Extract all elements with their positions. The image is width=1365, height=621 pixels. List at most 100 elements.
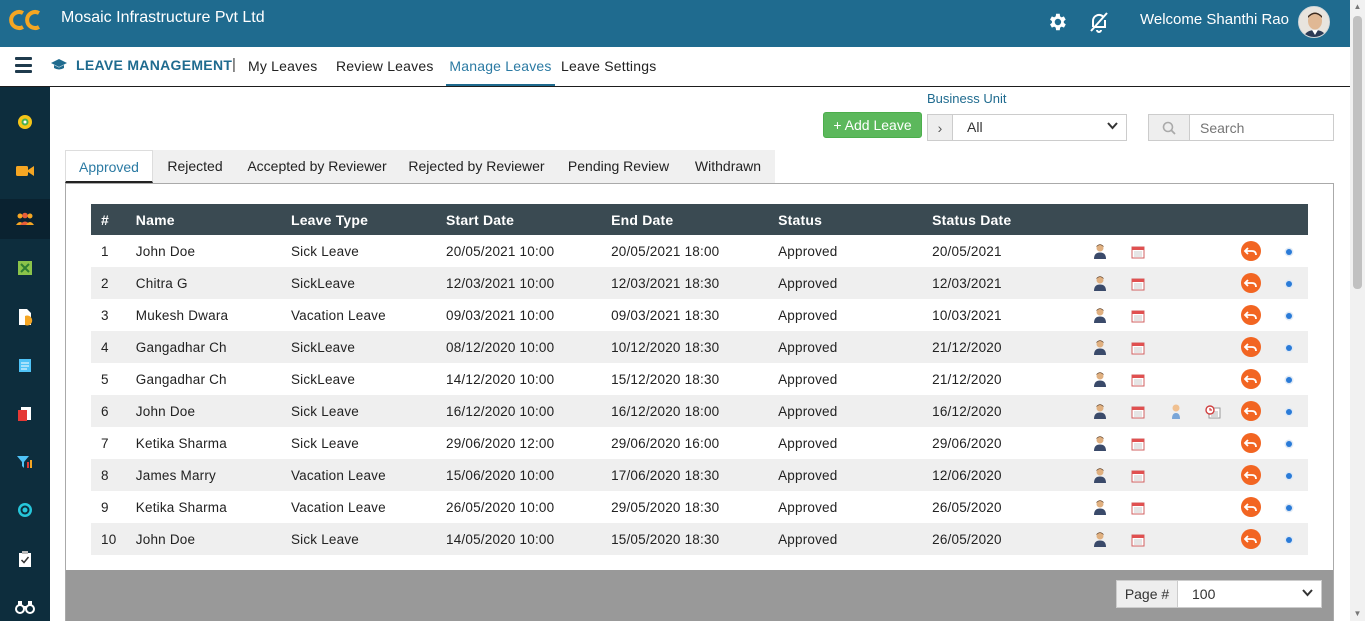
status-date-cell: 21/12/2020 (932, 363, 1082, 395)
calendar-icon[interactable] (1119, 491, 1157, 523)
sidebar-item-document[interactable] (0, 297, 50, 337)
table-row[interactable]: 7 Ketika Sharma Sick Leave 29/06/2020 12:00… (91, 427, 1308, 459)
info-dot-icon[interactable] (1270, 299, 1308, 331)
user-icon[interactable] (1081, 523, 1120, 555)
module-separator: | (232, 56, 236, 73)
scroll-thumb[interactable] (1353, 16, 1362, 289)
info-dot-icon[interactable] (1270, 523, 1308, 555)
employee-name-cell: Chitra G (135, 267, 291, 299)
info-dot-icon[interactable] (1270, 331, 1308, 363)
calendar-icon[interactable] (1119, 395, 1157, 427)
nav-review-leaves[interactable]: Review Leaves (336, 47, 434, 86)
tab-withdrawn[interactable]: Withdrawn (681, 150, 775, 183)
user-icon[interactable] (1081, 299, 1120, 331)
info-dot-icon[interactable] (1270, 395, 1308, 427)
chevron-right-icon[interactable]: › (927, 114, 953, 141)
undo-icon[interactable] (1232, 395, 1271, 427)
sidebar-item-spreadsheet[interactable] (0, 248, 50, 288)
column-header-leave-type[interactable]: Leave Type (290, 204, 447, 235)
info-dot-icon[interactable] (1270, 363, 1308, 395)
undo-icon[interactable] (1232, 523, 1271, 555)
table-row[interactable]: 2 Chitra G SickLeave 12/03/2021 10:00 12/03/… (91, 267, 1308, 299)
sidebar-item-binoculars[interactable] (0, 587, 50, 621)
tab-accepted-by-reviewer[interactable]: Accepted by Reviewer (237, 150, 397, 183)
sidebar-item-filter[interactable] (0, 442, 50, 482)
user-icon[interactable] (1081, 491, 1120, 523)
scroll-down-arrow-icon[interactable]: ▼ (1353, 609, 1362, 619)
sidebar-item-target[interactable] (0, 490, 50, 530)
calendar-icon[interactable] (1119, 363, 1157, 395)
tab-rejected-by-reviewer[interactable]: Rejected by Reviewer (397, 150, 556, 183)
undo-icon[interactable] (1232, 491, 1271, 523)
undo-icon[interactable] (1232, 267, 1271, 299)
sidebar-item-video[interactable] (0, 151, 50, 191)
user-icon[interactable] (1081, 363, 1120, 395)
nav-manage-leaves[interactable]: Manage Leaves (446, 47, 555, 86)
business-unit-select[interactable]: All (952, 114, 1127, 141)
table-row[interactable]: 6 John Doe Sick Leave 16/12/2020 10:00 16/12… (91, 395, 1308, 427)
calendar-icon[interactable] (1119, 331, 1157, 363)
calendar-icon[interactable] (1119, 427, 1157, 459)
nav-leave-settings[interactable]: Leave Settings (561, 47, 656, 86)
undo-icon[interactable] (1232, 363, 1271, 395)
avatar[interactable] (1298, 6, 1330, 38)
add-leave-button[interactable]: + Add Leave (823, 112, 922, 138)
column-header-end-date[interactable]: End Date (611, 204, 779, 235)
column-header-status-date[interactable]: Status Date (932, 204, 1082, 235)
info-dot-icon[interactable] (1270, 427, 1308, 459)
user-icon[interactable] (1081, 331, 1120, 363)
scroll-up-arrow-icon[interactable]: ▲ (1353, 2, 1362, 12)
reviewer-icon[interactable] (1156, 395, 1195, 427)
user-icon[interactable] (1081, 459, 1120, 491)
calendar-icon[interactable] (1119, 299, 1157, 331)
nav-my-leaves[interactable]: My Leaves (248, 47, 318, 86)
sidebar-item-team[interactable] (0, 199, 50, 239)
calendar-icon[interactable] (1119, 267, 1157, 299)
column-header-start-date[interactable]: Start Date (446, 204, 612, 235)
user-icon[interactable] (1081, 427, 1120, 459)
notifications-off-icon[interactable] (1087, 10, 1111, 34)
table-row[interactable]: 5 Gangadhar Ch SickLeave 14/12/2020 10:00 15… (91, 363, 1308, 395)
status-date-cell: 26/05/2020 (932, 523, 1082, 555)
tab-rejected[interactable]: Rejected (153, 150, 237, 183)
sidebar-item-dashboard[interactable] (0, 102, 50, 142)
calendar-icon[interactable] (1119, 235, 1157, 267)
calendar-icon[interactable] (1119, 459, 1157, 491)
undo-icon[interactable] (1232, 235, 1271, 267)
hamburger-menu-icon[interactable] (15, 57, 32, 73)
table-row[interactable]: 3 Mukesh Dwara Vacation Leave 09/03/2021 10… (91, 299, 1308, 331)
table-row[interactable]: 4 Gangadhar Ch SickLeave 08/12/2020 10:00 10… (91, 331, 1308, 363)
sidebar-item-checklist[interactable] (0, 539, 50, 579)
sidebar-item-notes[interactable] (0, 345, 50, 385)
undo-icon[interactable] (1232, 299, 1271, 331)
info-dot-icon[interactable] (1270, 459, 1308, 491)
undo-icon[interactable] (1232, 459, 1271, 491)
info-dot-icon[interactable] (1270, 491, 1308, 523)
tab-approved[interactable]: Approved (65, 150, 153, 183)
user-icon[interactable] (1081, 235, 1120, 267)
leave-type-cell: Vacation Leave (290, 299, 447, 331)
column-header-name[interactable]: Name (135, 204, 291, 235)
info-dot-icon[interactable] (1270, 235, 1308, 267)
page-scrollbar[interactable]: ▲ ▼ (1350, 0, 1365, 621)
user-icon[interactable] (1081, 267, 1120, 299)
row-number-cell: 7 (91, 427, 136, 459)
table-row[interactable]: 9 Ketika Sharma Vacation Leave 26/05/2020 1… (91, 491, 1308, 523)
calendar-clock-icon[interactable] (1194, 395, 1233, 427)
table-row[interactable]: 8 James Marry Vacation Leave 15/06/2020 10:… (91, 459, 1308, 491)
search-input[interactable] (1189, 114, 1334, 141)
user-icon[interactable] (1081, 395, 1120, 427)
info-dot-icon[interactable] (1270, 267, 1308, 299)
column-header-status[interactable]: Status (778, 204, 933, 235)
search-icon[interactable] (1148, 114, 1190, 141)
sidebar-item-report[interactable] (0, 394, 50, 434)
calendar-icon[interactable] (1119, 523, 1157, 555)
column-header-number[interactable]: # (91, 204, 136, 235)
tab-pending-review[interactable]: Pending Review (556, 150, 681, 183)
table-row[interactable]: 1 John Doe Sick Leave 20/05/2021 10:00 20/05… (91, 235, 1308, 267)
undo-icon[interactable] (1232, 427, 1271, 459)
table-row[interactable]: 10 John Doe Sick Leave 14/05/2020 10:00 15/0… (91, 523, 1308, 555)
page-size-select[interactable]: 100 (1177, 580, 1322, 608)
settings-gear-icon[interactable] (1045, 10, 1069, 34)
undo-icon[interactable] (1232, 331, 1271, 363)
